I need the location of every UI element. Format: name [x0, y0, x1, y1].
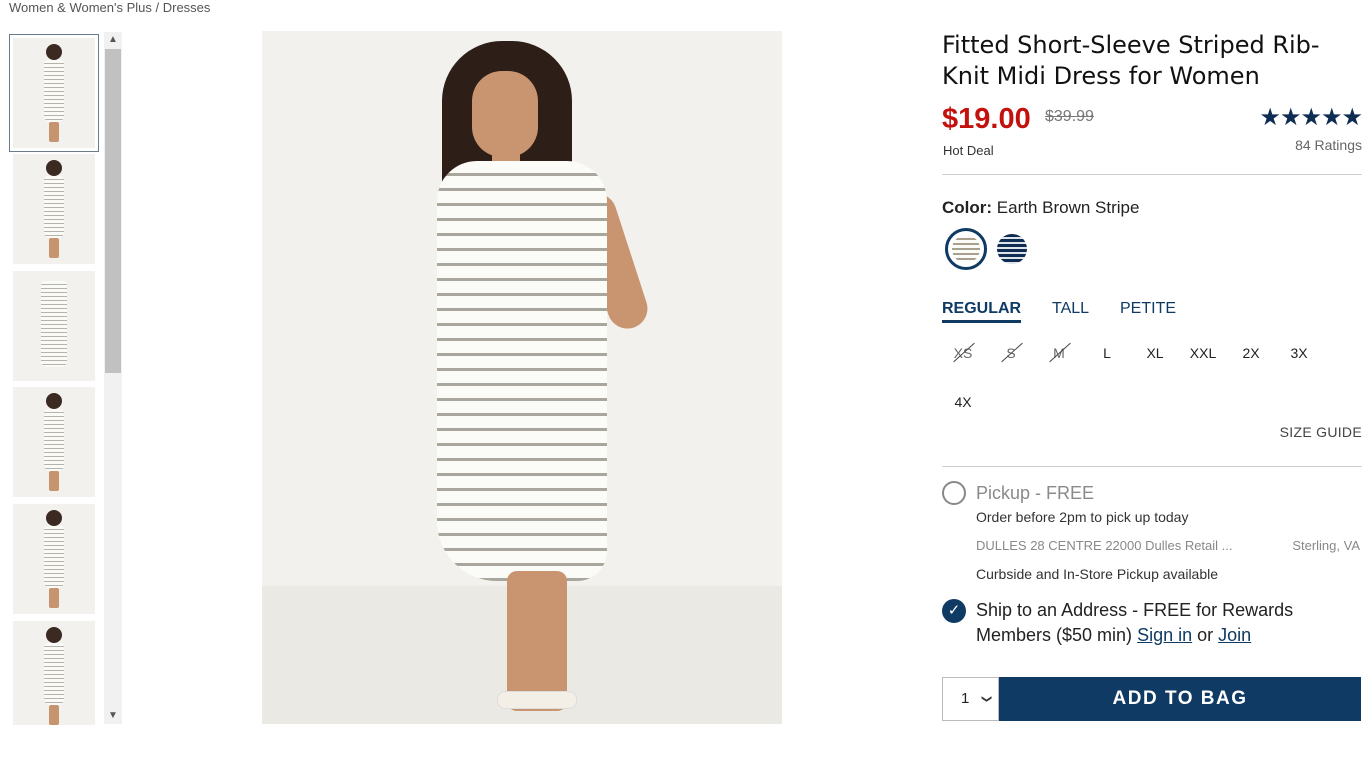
thumbnail-scrollbar[interactable]: ▲ ▼ [104, 32, 122, 724]
thumbnail-6[interactable] [13, 621, 95, 725]
ship-text: Ship to an Address - FREE for Rewards Me… [976, 598, 1356, 648]
check-icon[interactable]: ✓ [942, 599, 966, 623]
size-xs[interactable]: XS [942, 336, 984, 370]
ratings-count[interactable]: 84 Ratings [1295, 137, 1362, 153]
sale-price: $19.00 [942, 103, 1031, 135]
pickup-availability: Curbside and In-Store Pickup available [976, 566, 1219, 582]
hot-deal-badge: Hot Deal [943, 143, 994, 158]
pickup-subtitle: Order before 2pm to pick up today [976, 509, 1189, 525]
thumbnail-1[interactable] [9, 34, 99, 152]
swatch-navy-stripe[interactable] [997, 234, 1027, 264]
size-guide-link[interactable]: SIZE GUIDE [1280, 424, 1362, 440]
color-name: Earth Brown Stripe [996, 198, 1140, 217]
product-panel: Fitted Short-Sleeve Striped Rib-Knit Mid… [942, 30, 1363, 721]
sign-in-link[interactable]: Sign in [1137, 625, 1192, 645]
size-xxl[interactable]: XXL [1182, 336, 1224, 370]
size-selector: XS S M L XL XXL 2X 3X 4X SIZE GUIDE [942, 336, 1362, 460]
color-swatches [942, 228, 1362, 290]
tab-petite[interactable]: PETITE [1120, 300, 1176, 318]
size-3x[interactable]: 3X [1278, 336, 1320, 370]
divider [942, 466, 1362, 467]
buy-row: 1 ❯ ADD TO BAG [942, 677, 1362, 721]
pickup-radio[interactable] [942, 481, 966, 505]
thumbnail-4[interactable] [13, 387, 95, 497]
breadcrumb[interactable]: Women & Women's Plus / Dresses [9, 0, 210, 15]
thumbnail-rail [8, 32, 100, 725]
thumbnail-5[interactable] [13, 504, 95, 614]
size-s[interactable]: S [990, 336, 1032, 370]
size-2x[interactable]: 2X [1230, 336, 1272, 370]
pickup-store[interactable]: DULLES 28 CENTRE 22000 Dulles Retail ... [976, 538, 1233, 553]
scroll-up-icon[interactable]: ▲ [104, 32, 122, 48]
join-link[interactable]: Join [1218, 625, 1251, 645]
rating-stars-icon[interactable]: ★★★★★ [1259, 103, 1363, 132]
product-title: Fitted Short-Sleeve Striped Rib-Knit Mid… [942, 31, 1320, 90]
scroll-thumb[interactable] [105, 49, 121, 373]
quantity-select[interactable]: 1 ❯ [942, 677, 999, 721]
thumbnail-3[interactable] [13, 271, 95, 381]
ship-option[interactable]: ✓ Ship to an Address - FREE for Rewards … [942, 596, 1362, 666]
swatch-earth-brown-stripe[interactable] [945, 228, 987, 270]
add-to-bag-button[interactable]: ADD TO BAG [999, 677, 1361, 721]
size-m[interactable]: M [1038, 336, 1080, 370]
price-row: $19.00 $39.99 Hot Deal ★★★★★ 84 Ratings [942, 103, 1363, 175]
pickup-city: Sterling, VA [1292, 538, 1360, 553]
pickup-title: Pickup - FREE [976, 483, 1095, 503]
size-l[interactable]: L [1086, 336, 1128, 370]
size-4x[interactable]: 4X [942, 385, 984, 419]
pickup-option[interactable]: Pickup - FREE Order before 2pm to pick u… [942, 478, 1362, 596]
main-product-image[interactable] [262, 31, 782, 724]
size-xl[interactable]: XL [1134, 336, 1176, 370]
color-label: Color: Earth Brown Stripe [942, 198, 1362, 218]
fit-tabs: REGULAR TALL PETITE [942, 296, 1362, 326]
original-price: $39.99 [1045, 108, 1094, 125]
tab-tall[interactable]: TALL [1052, 300, 1089, 318]
thumbnail-2[interactable] [13, 154, 95, 264]
tab-regular[interactable]: REGULAR [942, 300, 1022, 323]
model-figure [412, 31, 672, 724]
scroll-down-icon[interactable]: ▼ [104, 708, 122, 724]
ship-or: or [1197, 625, 1214, 645]
color-label-key: Color: [942, 198, 993, 217]
